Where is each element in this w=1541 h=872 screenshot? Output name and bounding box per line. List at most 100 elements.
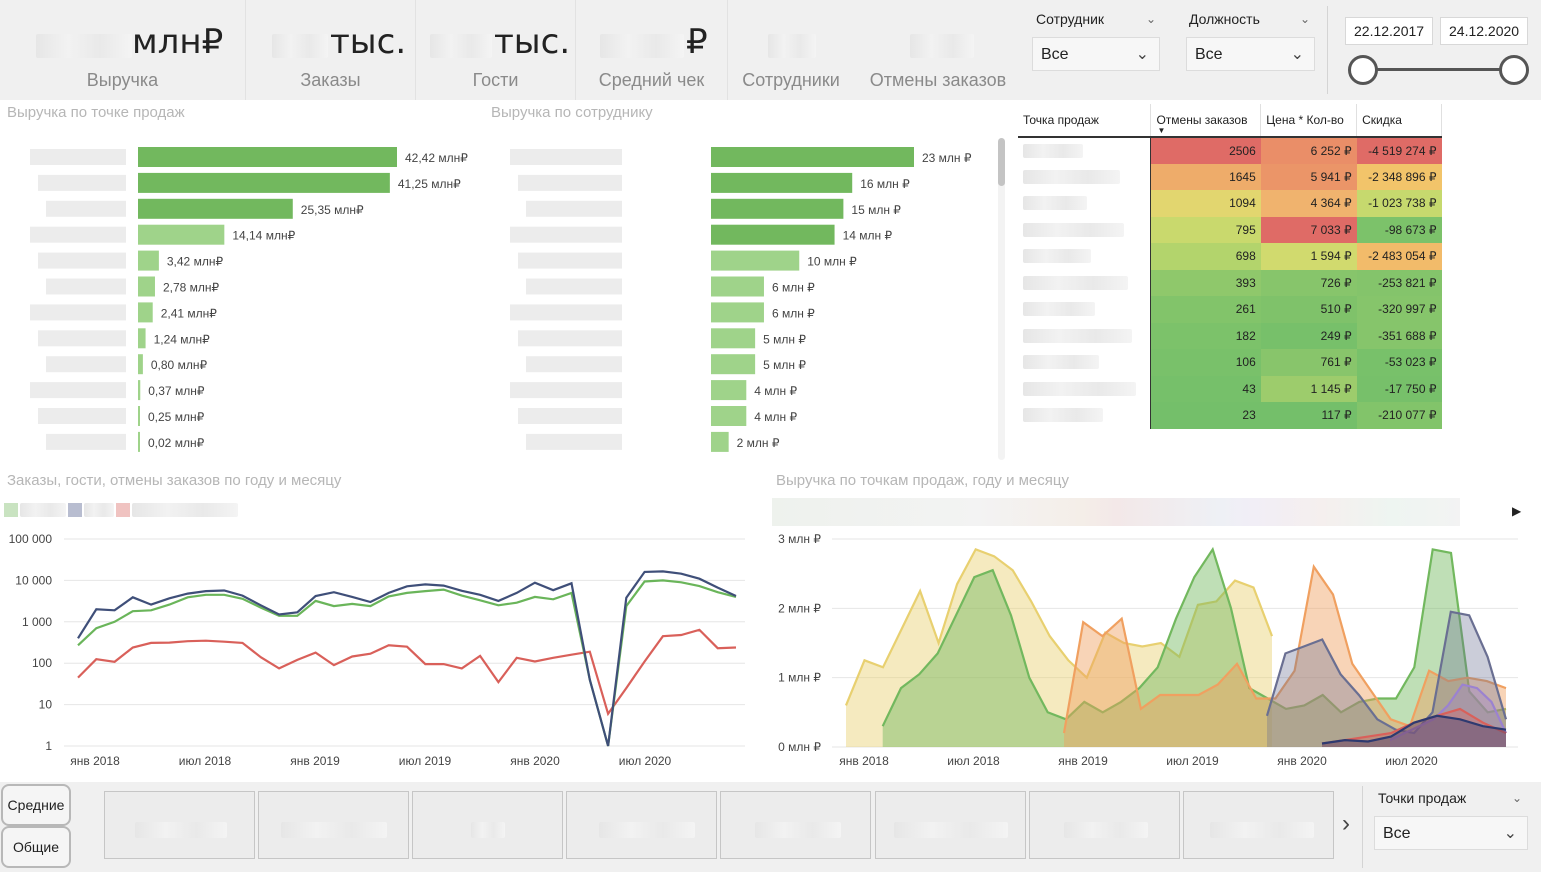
kpi-revenue-label: Выручка: [86, 70, 159, 90]
category-label-placeholder: [46, 200, 126, 217]
table-row[interactable]: 261 510 ₽ -320 997 ₽: [1018, 296, 1442, 323]
position-filter-chevron-icon[interactable]: ⌄: [1300, 12, 1310, 26]
matrix-header-cancellations[interactable]: Отмены заказов ▼: [1150, 104, 1262, 138]
bar: [138, 302, 153, 323]
bar-data-label: 6 млн ₽: [772, 281, 815, 295]
category-label-placeholder: [38, 252, 126, 269]
table-row[interactable]: 182 249 ₽ -351 688 ₽: [1018, 322, 1442, 349]
employee-filter-chevron-icon[interactable]: ⌄: [1146, 12, 1156, 26]
kpi-revenue-unit: млн₽: [132, 22, 224, 62]
point-tile[interactable]: [1029, 791, 1180, 859]
bar-data-label: 0,80 млн₽: [151, 358, 208, 372]
matrix-header-discount[interactable]: Скидка: [1356, 104, 1442, 138]
price-cell: 6 252 ₽: [1260, 137, 1357, 164]
points-filter-chevron-icon[interactable]: ⌄: [1512, 791, 1522, 805]
point-tile[interactable]: [566, 791, 717, 859]
kpi-card-revenue[interactable]: млн₽ Выручка: [0, 0, 246, 100]
point-name-cell: [1018, 137, 1152, 164]
bar: [711, 380, 747, 401]
chevron-down-icon: ⌄: [1135, 46, 1149, 63]
bar-data-label: 42,42 млн₽: [405, 151, 468, 165]
date-slider-end-handle[interactable]: [1499, 55, 1529, 85]
scrollbar[interactable]: [998, 138, 1005, 460]
date-slider-start-handle[interactable]: [1348, 55, 1378, 85]
cancel-cell: 106: [1150, 349, 1261, 376]
matrix-header-price[interactable]: Цена * Кол-во: [1260, 104, 1358, 138]
point-tile[interactable]: [258, 791, 409, 859]
point-tile[interactable]: [720, 791, 871, 859]
bar-data-label: 4 млн ₽: [754, 384, 797, 398]
legend-swatch-green: [4, 503, 18, 517]
divider: [1362, 786, 1363, 868]
position-dropdown[interactable]: Все ⌄: [1186, 37, 1315, 71]
table-row[interactable]: 698 1 594 ₽ -2 483 054 ₽: [1018, 243, 1442, 270]
bar: [711, 172, 853, 193]
bar-data-label: 0,02 млн₽: [148, 436, 205, 450]
category-label-placeholder: [38, 330, 126, 347]
table-row[interactable]: 23 117 ₽ -210 077 ₽: [1018, 402, 1442, 429]
bar-data-label: 6 млн ₽: [772, 306, 815, 320]
series-line: [77, 628, 737, 717]
orders-guests-cancellations-chart: 100 000 10 000 1 000 100 10 1 янв 2018 июл 2018…: [9, 532, 745, 768]
bar: [711, 198, 844, 219]
kpi-card-orders[interactable]: тыс. Заказы: [246, 0, 416, 100]
scrollbar-thumb[interactable]: [998, 138, 1005, 186]
points-dropdown[interactable]: Все ⌄: [1374, 816, 1528, 850]
price-cell: 117 ₽: [1260, 402, 1357, 429]
bar: [138, 250, 159, 271]
matrix-header-point[interactable]: Точка продаж: [1018, 104, 1152, 138]
totals-button[interactable]: Общие: [1, 826, 71, 868]
discount-cell: -1 023 738 ₽: [1356, 190, 1442, 217]
discount-cell: -17 750 ₽: [1356, 375, 1442, 402]
orders-chart-legend[interactable]: [4, 503, 240, 519]
divider: [1327, 6, 1328, 94]
position-filter-title: Должность: [1189, 11, 1260, 27]
bar-data-label: 1,24 млн₽: [154, 332, 211, 346]
x-tick-label: янв 2019: [290, 754, 340, 768]
category-label-placeholder: [46, 356, 126, 373]
revenue-by-employee-title: Выручка по сотруднику: [491, 104, 653, 121]
points-dropdown-value: Все: [1383, 825, 1411, 842]
table-row[interactable]: 106 761 ₽ -53 023 ₽: [1018, 349, 1442, 376]
table-row[interactable]: 43 1 145 ₽ -17 750 ₽: [1018, 375, 1442, 402]
discount-cell: -320 997 ₽: [1356, 296, 1442, 323]
x-tick-label: янв 2020: [510, 754, 560, 768]
discount-cell: -53 023 ₽: [1356, 349, 1442, 376]
table-row[interactable]: 795 7 033 ₽ -98 673 ₽: [1018, 216, 1442, 243]
discount-cell: -253 821 ₽: [1356, 269, 1442, 296]
x-tick-label: янв 2018: [70, 754, 120, 768]
point-tile[interactable]: [104, 791, 255, 859]
category-label-placeholder: [38, 174, 126, 191]
bar: [711, 276, 764, 297]
kpi-card-avg-check[interactable]: ₽ Средний чек: [576, 0, 728, 100]
point-tile[interactable]: [412, 791, 563, 859]
table-row[interactable]: 1094 4 364 ₽ -1 023 738 ₽: [1018, 190, 1442, 217]
point-name-cell: [1018, 375, 1152, 402]
averages-button[interactable]: Средние: [1, 784, 71, 826]
tiles-next-chevron-icon[interactable]: ›: [1342, 810, 1350, 838]
table-row[interactable]: 393 726 ₽ -253 821 ₽: [1018, 269, 1442, 296]
point-tile[interactable]: [875, 791, 1026, 859]
discount-cell: -4 519 274 ₽: [1356, 137, 1442, 164]
revenue-by-point-month-chart: 3 млн ₽ 2 млн ₽ 1 млн ₽ 0 млн ₽ янв 2018 июл …: [778, 532, 1518, 768]
point-tile[interactable]: [1183, 791, 1334, 859]
bar-data-label: 2 млн ₽: [737, 436, 780, 450]
area-chart-legend[interactable]: [772, 498, 1460, 526]
date-from-input[interactable]: 22.12.2017: [1345, 17, 1433, 45]
category-label-placeholder: [526, 278, 622, 295]
kpi-card-guests[interactable]: тыс. Гости: [416, 0, 576, 100]
cancel-cell: 261: [1150, 296, 1261, 323]
bar: [138, 224, 225, 245]
employee-filter-title: Сотрудник: [1036, 11, 1105, 27]
category-label-placeholder: [30, 149, 126, 165]
employee-dropdown[interactable]: Все ⌄: [1032, 37, 1160, 71]
cancel-cell: 43: [1150, 375, 1261, 402]
date-to-input[interactable]: 24.12.2020: [1440, 17, 1528, 45]
legend-next-arrow-icon[interactable]: ▶: [1512, 504, 1521, 518]
kpi-card-employees[interactable]: Сотрудники: [728, 0, 854, 100]
table-row[interactable]: 1645 5 941 ₽ -2 348 896 ₽: [1018, 163, 1442, 190]
date-slider-track[interactable]: [1362, 68, 1514, 71]
kpi-card-cancellations[interactable]: Отмены заказов: [854, 0, 1022, 100]
table-row[interactable]: 2506 6 252 ₽ -4 519 274 ₽: [1018, 137, 1442, 164]
x-tick-label: янв 2019: [1058, 754, 1108, 768]
